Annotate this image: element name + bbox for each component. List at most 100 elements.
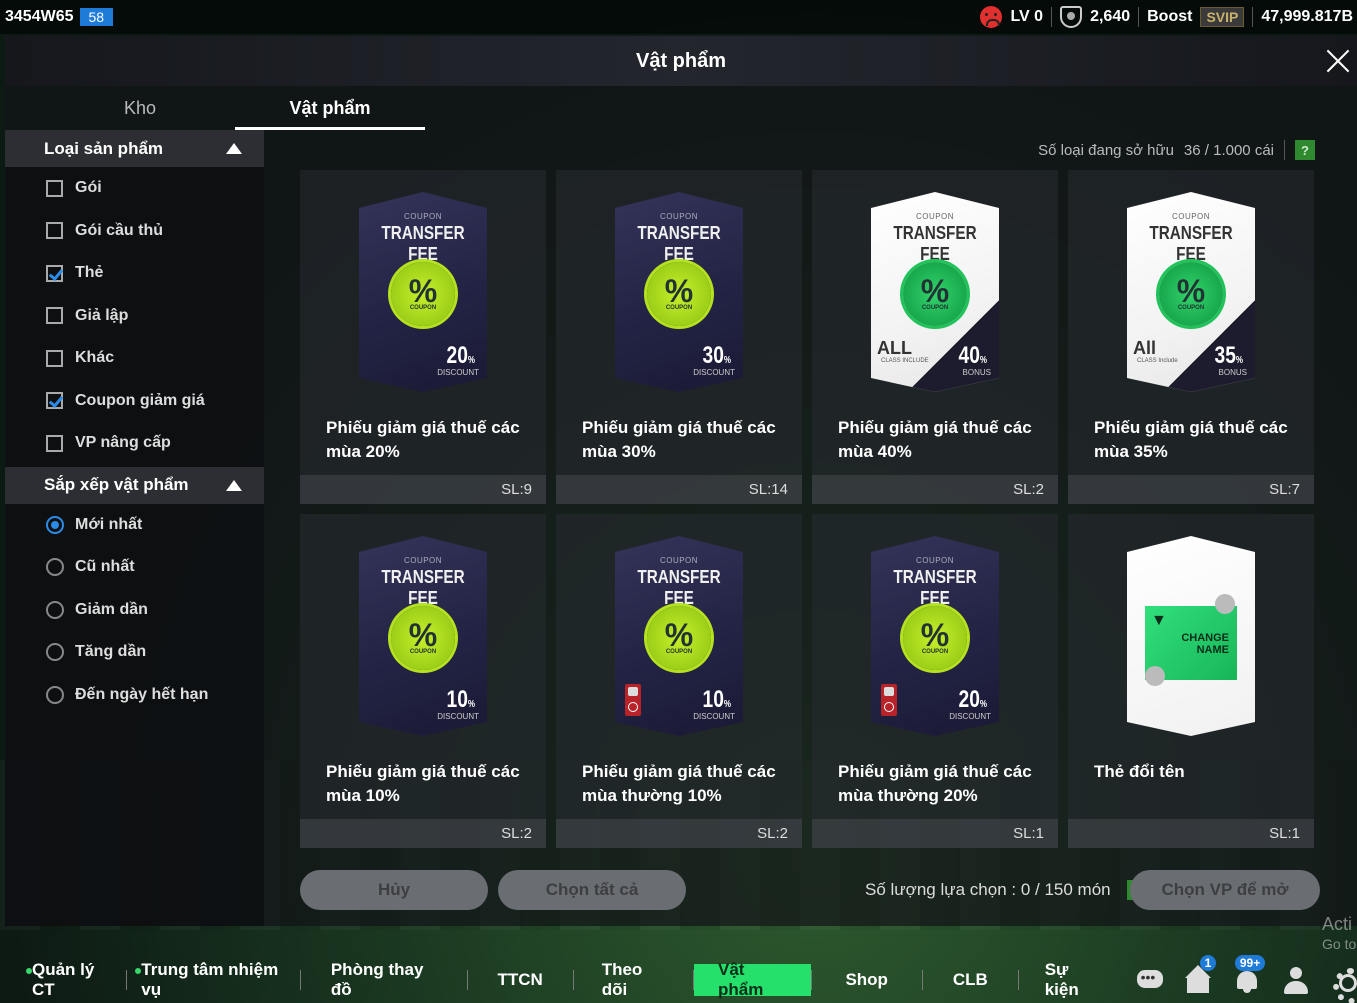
sort-option-label: Đến ngày hết hạn xyxy=(75,685,209,703)
chat-icon[interactable] xyxy=(1135,965,1163,995)
boost-label[interactable]: Boost xyxy=(1147,8,1192,26)
checkbox[interactable] xyxy=(46,307,63,325)
checkbox[interactable] xyxy=(46,349,63,367)
nav-ttcn[interactable]: TTCN xyxy=(467,964,572,996)
sort-option-label: Giảm dần xyxy=(75,600,148,618)
coupon-title: TRANSFER FEE xyxy=(893,567,977,608)
filter-option-goi[interactable]: Gói xyxy=(5,167,264,210)
collapse-arrow-icon[interactable] xyxy=(226,479,242,491)
coupon-title: TRANSFER FEE xyxy=(381,223,465,264)
percent-badge-icon: % COUPON xyxy=(903,606,967,670)
item-card[interactable]: COUPON TRANSFER FEE % COUPON 10% DISCOUNT… xyxy=(300,514,546,848)
item-card[interactable]: COUPON TRANSFER FEE % COUPON 30% DISCOUNT… xyxy=(556,170,802,504)
sort-option-expiry[interactable]: Đến ngày hết hạn xyxy=(5,674,264,717)
value-unit: % xyxy=(724,699,732,710)
badge-sub: COUPON xyxy=(665,649,693,655)
cancel-button[interactable]: Hủy xyxy=(300,870,488,910)
coupon-small-label: COUPON xyxy=(403,212,443,221)
nav-phong-thay-do[interactable]: Phòng thay đồ xyxy=(301,960,467,999)
watermark-line: Go to xyxy=(1322,936,1357,952)
item-card[interactable]: COUPON TRANSFER FEE % COUPON 10% DISCOUNT… xyxy=(556,514,802,848)
items-panel: Vật phẩm Kho Vật phẩm Loại sản phẩm Gói … xyxy=(5,36,1357,926)
radio[interactable] xyxy=(46,600,64,619)
filter-option-khac[interactable]: Khác xyxy=(5,337,264,380)
filter-option-gia-lap[interactable]: Giả lập xyxy=(5,295,264,338)
home-icon[interactable]: 1 xyxy=(1183,955,1217,995)
profile-icon[interactable] xyxy=(1281,965,1309,995)
value-number: 20 xyxy=(446,342,469,369)
owned-value: 36 / 1.000 cái xyxy=(1183,141,1274,159)
sort-header[interactable]: Sắp xếp vật phẩm xyxy=(5,466,264,504)
sort-option-oldest[interactable]: Cũ nhất xyxy=(5,546,264,589)
badge-symbol: % xyxy=(1176,273,1206,309)
coupon-value: 10% xyxy=(447,686,475,714)
close-icon[interactable] xyxy=(1317,36,1357,86)
radio-checked[interactable] xyxy=(46,515,64,534)
percent-badge-icon: % COUPON xyxy=(647,262,711,326)
item-card[interactable]: COUPON TRANSFER FEE % COUPON 20% DISCOUNT… xyxy=(300,170,546,504)
percent-badge-icon: % COUPON xyxy=(903,262,967,326)
filter-option-vp-nang-cap[interactable]: VP nâng cấp xyxy=(5,422,264,465)
divider xyxy=(1252,7,1254,27)
item-card[interactable]: COUPON TRANSFER FEE % COUPON 20% DISCOUNT… xyxy=(812,514,1058,848)
nav-su-kien[interactable]: Sự kiện xyxy=(1019,960,1127,999)
value-unit: % xyxy=(980,355,988,366)
nav-shop[interactable]: Shop xyxy=(811,964,922,996)
item-card[interactable]: COUPON TRANSFER FEE % COUPON ALL CLASS IN… xyxy=(812,170,1058,504)
select-all-button[interactable]: Chọn tất cả xyxy=(498,870,686,910)
coupon-value-label: DISCOUNT xyxy=(949,712,991,721)
badge-symbol: % xyxy=(664,617,694,653)
nav-trung-tam-nhiem-vu[interactable]: Trung tâm nhiệm vụ xyxy=(127,960,300,999)
value-unit: % xyxy=(468,699,476,710)
checkbox[interactable] xyxy=(46,179,63,197)
item-card[interactable]: COUPON TRANSFER FEE % COUPON All CLASS In… xyxy=(1068,170,1314,504)
nav-clb[interactable]: CLB xyxy=(923,964,1018,996)
panel-title: Vật phẩm xyxy=(635,49,727,72)
rename-text-line: NAME xyxy=(1196,644,1229,656)
activation-watermark: Acti Go to xyxy=(1322,914,1356,954)
item-quantity: SL:2 xyxy=(300,819,546,848)
bottom-navbar: Quản lý CT Trung tâm nhiệm vụ Phòng thay… xyxy=(0,955,1357,1003)
item-quantity: SL:2 xyxy=(812,475,1058,504)
coupon-title: TRANSFER FEE xyxy=(637,567,721,608)
sort-option-newest[interactable]: Mới nhất xyxy=(5,504,264,547)
rename-text: CHANGE NAME xyxy=(1181,632,1229,656)
bell-icon[interactable]: 99+ xyxy=(1232,955,1266,995)
swap-arrow-icon xyxy=(1145,666,1165,686)
item-name: Phiếu giảm giá thuế các mùa 35% xyxy=(1094,418,1288,461)
filter-option-label: VP nâng cấp xyxy=(75,434,171,452)
help-icon[interactable]: ? xyxy=(1295,140,1315,160)
checkbox-checked[interactable] xyxy=(46,392,63,410)
checkbox[interactable] xyxy=(46,434,63,452)
sort-option-descending[interactable]: Giảm dần xyxy=(5,589,264,632)
sort-option-ascending[interactable]: Tăng dần xyxy=(5,631,264,674)
tab-vat-pham[interactable]: Vật phẩm xyxy=(235,86,425,130)
nav-quan-ly-ct[interactable]: Quản lý CT xyxy=(18,960,126,999)
filter-option-the[interactable]: Thẻ xyxy=(5,252,264,295)
gear-icon[interactable] xyxy=(1330,965,1357,1003)
item-card[interactable]: ▼ CHANGE NAME Thẻ đổi tên SL:1 xyxy=(1068,514,1314,848)
item-quantity: SL:14 xyxy=(556,475,802,504)
value-number: 20 xyxy=(958,686,981,713)
class-all-label: All xyxy=(1133,338,1157,358)
radio[interactable] xyxy=(46,558,64,577)
coupon-card-image: COUPON TRANSFER FEE % COUPON 20% DISCOUNT xyxy=(359,192,487,392)
product-type-header[interactable]: Loại sản phẩm xyxy=(5,130,264,167)
item-quantity: SL:7 xyxy=(1068,475,1314,504)
open-selected-button[interactable]: Chọn VP để mở xyxy=(1130,870,1320,910)
nav-vat-pham[interactable]: Vật phẩm xyxy=(694,960,811,999)
svip-badge[interactable]: SVIP xyxy=(1200,7,1245,27)
checkbox[interactable] xyxy=(46,222,63,240)
value-number: 40 xyxy=(958,342,981,369)
filter-option-goi-cau-thu[interactable]: Gói cầu thủ xyxy=(5,210,264,253)
radio[interactable] xyxy=(46,685,64,704)
badge-symbol: % xyxy=(920,273,950,309)
radio[interactable] xyxy=(46,643,64,662)
nav-theo-doi[interactable]: Theo dõi xyxy=(574,960,693,999)
badge-sub: COUPON xyxy=(665,305,693,311)
collapse-arrow-icon[interactable] xyxy=(226,143,242,154)
sort-option-label: Tăng dần xyxy=(75,643,147,661)
checkbox-checked[interactable] xyxy=(46,264,63,282)
filter-option-coupon[interactable]: Coupon giảm giá xyxy=(5,380,264,423)
tab-kho[interactable]: Kho xyxy=(45,86,235,130)
